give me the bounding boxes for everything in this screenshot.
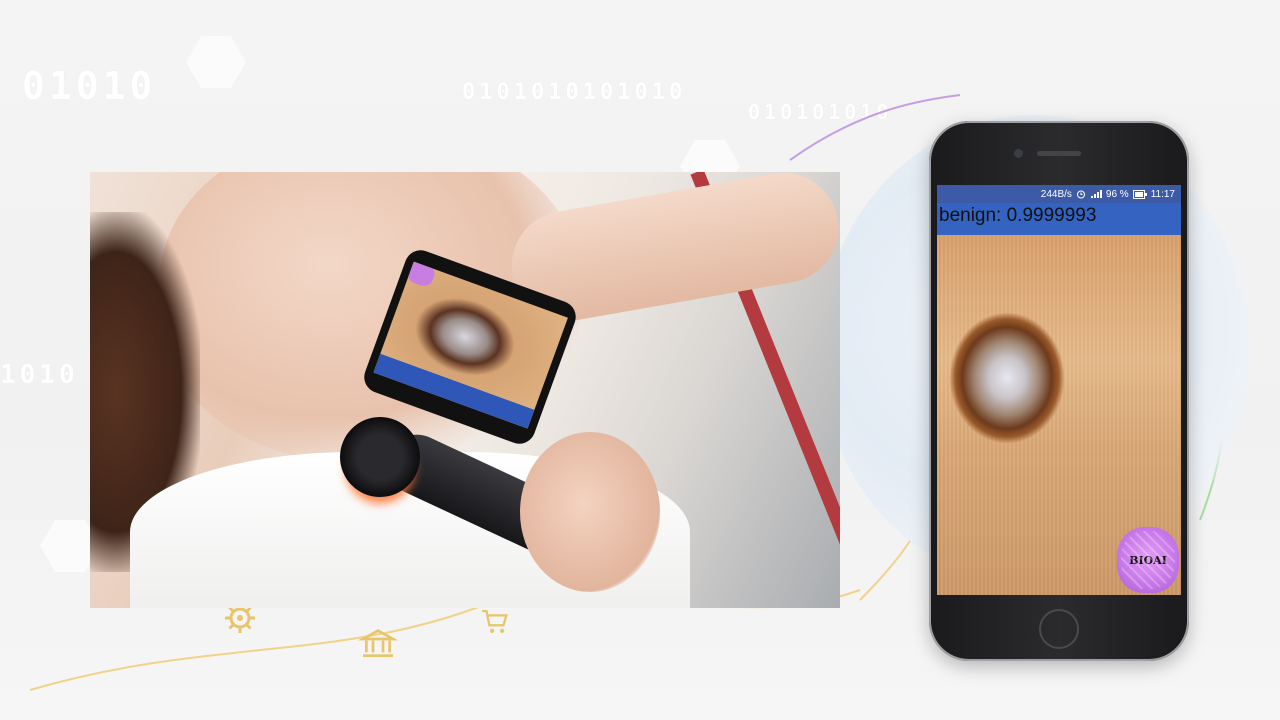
status-bar: 244B/s 96 % 11:17 — [937, 185, 1181, 203]
front-camera — [1014, 149, 1023, 158]
photo-phone-logo — [405, 261, 438, 289]
home-button[interactable] — [1039, 609, 1079, 649]
alarm-icon — [1076, 190, 1085, 199]
phone-mockup: 244B/s 96 % 11:17 benign: 0.9999993 BIOA… — [929, 121, 1189, 661]
earpiece-speaker — [1037, 151, 1081, 156]
dermatoscope-photo — [90, 172, 840, 608]
cart-icon — [482, 609, 508, 634]
clock: 11:17 — [1150, 188, 1175, 200]
bioai-logo: BIOAI — [1117, 527, 1179, 593]
camera-preview[interactable]: BIOAI — [937, 235, 1181, 595]
bank-icon — [358, 629, 398, 657]
classification-result: benign: 0.9999993 — [939, 205, 1097, 226]
battery-percent: 96 % — [1105, 188, 1129, 200]
dermatoscope-lens — [340, 417, 420, 497]
photo-hand — [520, 432, 660, 592]
battery-icon — [1132, 189, 1147, 199]
app-bar: benign: 0.9999993 — [937, 203, 1181, 235]
network-speed: 244B/s — [1040, 188, 1072, 200]
phone-screen: 244B/s 96 % 11:17 benign: 0.9999993 BIOA… — [937, 185, 1181, 595]
bioai-logo-text: BIOAI — [1129, 553, 1167, 567]
signal-icon — [1090, 190, 1102, 198]
